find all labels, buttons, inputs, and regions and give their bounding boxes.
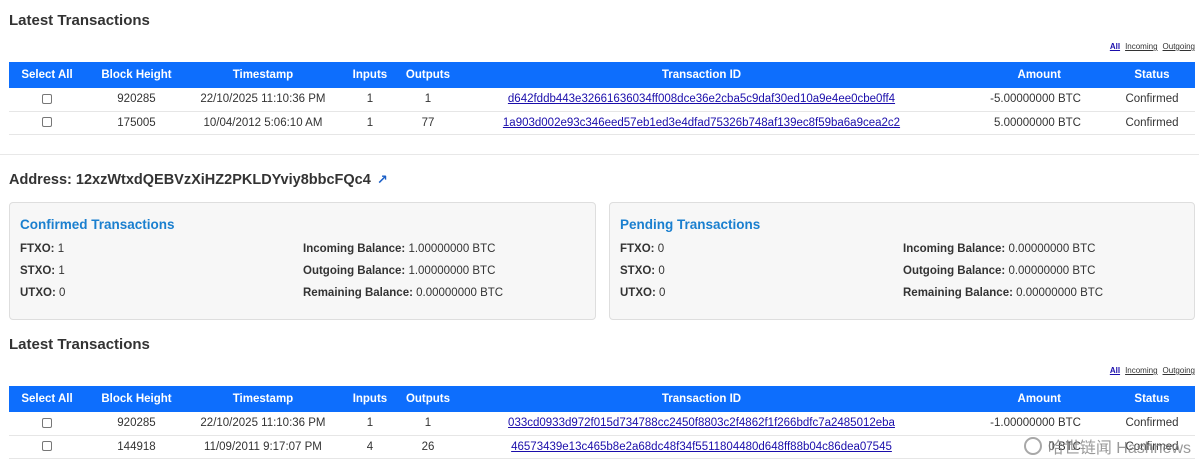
- section-divider: [0, 154, 1199, 155]
- column-header: Timestamp: [232, 393, 294, 405]
- section-title-latest-transactions: Latest Transactions: [9, 12, 150, 29]
- section-title-latest-transactions: Latest Transactions: [9, 336, 150, 353]
- incoming-balance-row: Incoming Balance: 0.00000000 BTC: [903, 243, 1096, 255]
- transaction-id-link[interactable]: 46573439e13c465b8e2a68dc48f34f5511804480…: [511, 441, 892, 453]
- timestamp: 22/10/2025 11:10:36 PM: [200, 93, 326, 106]
- amount: 5.00000000 BTC: [994, 116, 1081, 129]
- column-header: Transaction ID: [661, 69, 742, 81]
- watermark-text: 哈世链闻 Hashnews: [1047, 440, 1191, 457]
- outputs-count: 1: [424, 93, 432, 106]
- filter-incoming-link[interactable]: Incoming: [1125, 42, 1157, 51]
- row-checkbox[interactable]: [41, 441, 52, 452]
- inputs-count: 1: [366, 116, 374, 129]
- address-label: Address: 12xzWtxdQEBVzXiHZ2PKLDYviy8bbcF…: [9, 172, 371, 188]
- filter-all-link[interactable]: All: [1110, 42, 1120, 51]
- remaining-balance-row: Remaining Balance: 0.00000000 BTC: [903, 287, 1104, 299]
- table-header-row: Select All Block Height Timestamp Inputs…: [9, 386, 1195, 412]
- transaction-id-link[interactable]: d642fddb443e32661636034ff008dce36e2cba5c…: [508, 93, 895, 105]
- outputs-count: 26: [421, 440, 435, 453]
- outgoing-balance-row: Outgoing Balance: 0.00000000 BTC: [903, 265, 1096, 277]
- external-link-icon[interactable]: ↗: [377, 172, 388, 188]
- column-header: Outputs: [405, 393, 451, 405]
- filter-outgoing-link[interactable]: Outgoing: [1163, 42, 1195, 51]
- column-header: Status: [1134, 393, 1170, 405]
- table-header-row: Select All Block Height Timestamp Inputs…: [9, 62, 1195, 88]
- column-header: Outputs: [405, 69, 450, 81]
- watermark-logo-icon: [1023, 437, 1042, 455]
- outputs-count: 1: [424, 417, 432, 430]
- select-all-header[interactable]: Select All: [9, 386, 85, 412]
- utxo-row: UTXO: 0: [620, 287, 666, 299]
- watermark: 哈世链闻 Hashnews: [1023, 434, 1191, 458]
- block-height: 175005: [117, 116, 156, 129]
- block-height: 920285: [117, 417, 156, 430]
- transaction-id-link[interactable]: 033cd0933d972f015d734788cc2450f8803c2f48…: [508, 417, 895, 429]
- inputs-count: 4: [366, 440, 374, 453]
- table-row: 920285 22/10/2025 11:10:36 PM 1 1 033cd0…: [9, 412, 1195, 435]
- row-checkbox[interactable]: [41, 94, 52, 105]
- column-header: Block Height: [101, 393, 172, 405]
- outputs-count: 77: [421, 116, 435, 129]
- table-row: 144918 11/09/2011 9:17:07 PM 4 26 465734…: [9, 435, 1195, 458]
- column-header: Block Height: [101, 69, 172, 81]
- timestamp: 11/09/2011 9:17:07 PM: [204, 440, 322, 453]
- column-header: Timestamp: [232, 69, 294, 81]
- row-checkbox[interactable]: [41, 418, 52, 429]
- column-header: Status: [1134, 69, 1170, 81]
- filter-incoming-link[interactable]: Incoming: [1125, 366, 1157, 375]
- amount: -1.00000000 BTC: [990, 417, 1081, 430]
- amount: -5.00000000 BTC: [990, 93, 1081, 106]
- transaction-id-link[interactable]: 1a903d002e93c346eed57eb1ed3e4dfad75326b7…: [503, 117, 900, 129]
- row-checkbox[interactable]: [41, 117, 52, 128]
- ftxo-row: FTXO: 1: [20, 243, 65, 255]
- utxo-row: UTXO: 0: [20, 287, 66, 299]
- timestamp: 22/10/2025 11:10:36 PM: [200, 417, 326, 430]
- filter-all-link[interactable]: All: [1110, 366, 1120, 375]
- block-height: 144918: [117, 440, 156, 453]
- transactions-table: Select All Block Height Timestamp Inputs…: [9, 386, 1195, 459]
- table-row: 920285 22/10/2025 11:10:36 PM 1 1 d642fd…: [9, 88, 1195, 111]
- status: Confirmed: [1125, 116, 1179, 129]
- filter-links: All Incoming Outgoing: [1110, 366, 1195, 375]
- timestamp: 10/04/2012 5:06:10 AM: [203, 116, 323, 129]
- table-row: 175005 10/04/2012 5:06:10 AM 1 77 1a903d…: [9, 111, 1195, 134]
- remaining-balance-row: Remaining Balance: 0.00000000 BTC: [303, 287, 504, 299]
- outgoing-balance-row: Outgoing Balance: 1.00000000 BTC: [303, 265, 496, 277]
- select-all-header[interactable]: Select All: [9, 62, 85, 88]
- incoming-balance-row: Incoming Balance: 1.00000000 BTC: [303, 243, 496, 255]
- stxo-row: STXO: 0: [620, 265, 665, 277]
- column-header: Amount: [1017, 69, 1061, 81]
- column-header: Inputs: [352, 393, 388, 405]
- transactions-table: Select All Block Height Timestamp Inputs…: [9, 62, 1195, 135]
- status: Confirmed: [1125, 417, 1179, 430]
- card-title: Confirmed Transactions: [20, 217, 175, 232]
- address-heading: Address: 12xzWtxdQEBVzXiHZ2PKLDYviy8bbcF…: [9, 172, 388, 188]
- confirmed-transactions-card: Confirmed Transactions FTXO: 1 STXO: 1 U…: [9, 202, 596, 320]
- column-header: Amount: [1017, 393, 1061, 405]
- block-height: 920285: [117, 93, 156, 106]
- pending-transactions-card: Pending Transactions FTXO: 0 STXO: 0 UTX…: [609, 202, 1195, 320]
- column-header: Transaction ID: [661, 393, 742, 405]
- inputs-count: 1: [366, 417, 374, 430]
- card-title: Pending Transactions: [620, 217, 761, 232]
- status: Confirmed: [1125, 93, 1179, 106]
- inputs-count: 1: [366, 93, 374, 106]
- column-header: Inputs: [352, 69, 388, 81]
- filter-links: All Incoming Outgoing: [1110, 42, 1195, 51]
- stxo-row: STXO: 1: [20, 265, 65, 277]
- filter-outgoing-link[interactable]: Outgoing: [1163, 366, 1195, 375]
- ftxo-row: FTXO: 0: [620, 243, 665, 255]
